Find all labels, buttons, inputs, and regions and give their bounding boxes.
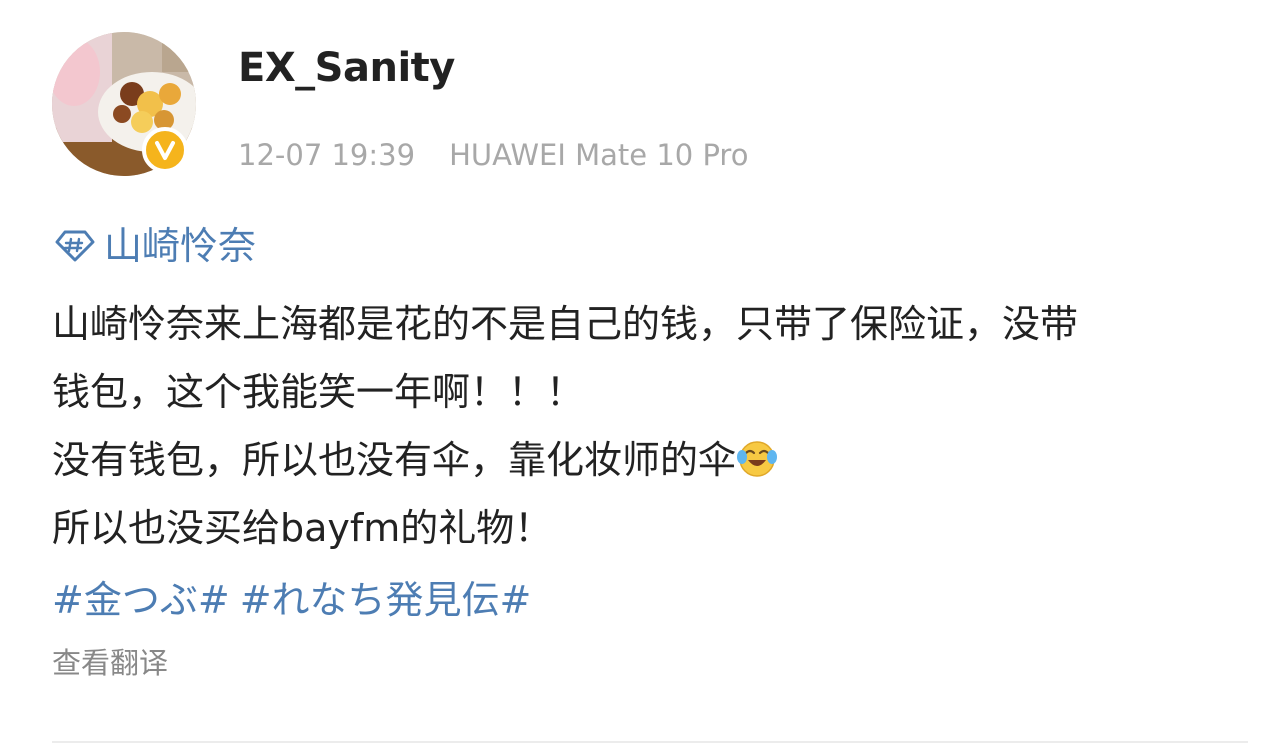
post-line-with-emoji: 没有钱包，所以也没有伞，靠化妆师的伞 — [52, 426, 1242, 494]
post-device: HUAWEI Mate 10 Pro — [449, 138, 749, 172]
post-content: 山崎怜奈来上海都是花的不是自己的钱，只带了保险证，没带 钱包，这个我能笑一年啊！… — [52, 290, 1242, 562]
weibo-post: EX_Sanity 12-07 19:39 HUAWEI Mate 10 Pro … — [0, 0, 1280, 748]
post-line: 山崎怜奈来上海都是花的不是自己的钱，只带了保险证，没带 — [52, 302, 1079, 346]
post-meta: 12-07 19:39 HUAWEI Mate 10 Pro — [238, 137, 748, 173]
hashtag-list: #金つぶ# #れなち発見伝# — [52, 574, 541, 626]
topic-label: 山崎怜奈 — [104, 224, 257, 268]
topic-link[interactable]: 山崎怜奈 — [54, 222, 256, 270]
hashtag-link[interactable]: #金つぶ# — [52, 578, 230, 622]
post-line: 钱包，这个我能笑一年啊！！！ — [52, 370, 585, 414]
post-time: 12-07 19:39 — [238, 138, 416, 172]
post-line: 没有钱包，所以也没有伞，靠化妆师的伞 — [52, 438, 737, 482]
laugh-cry-emoji-icon — [737, 441, 778, 477]
topic-diamond-icon — [55, 230, 95, 262]
hashtag-link[interactable]: #れなち発見伝# — [240, 578, 532, 622]
divider — [52, 741, 1248, 743]
username[interactable]: EX_Sanity — [238, 44, 455, 92]
post-line: 所以也没买给bayfm的礼物！ — [52, 506, 553, 550]
translate-button[interactable]: 查看翻译 — [52, 644, 168, 682]
verified-badge-icon — [142, 127, 188, 173]
